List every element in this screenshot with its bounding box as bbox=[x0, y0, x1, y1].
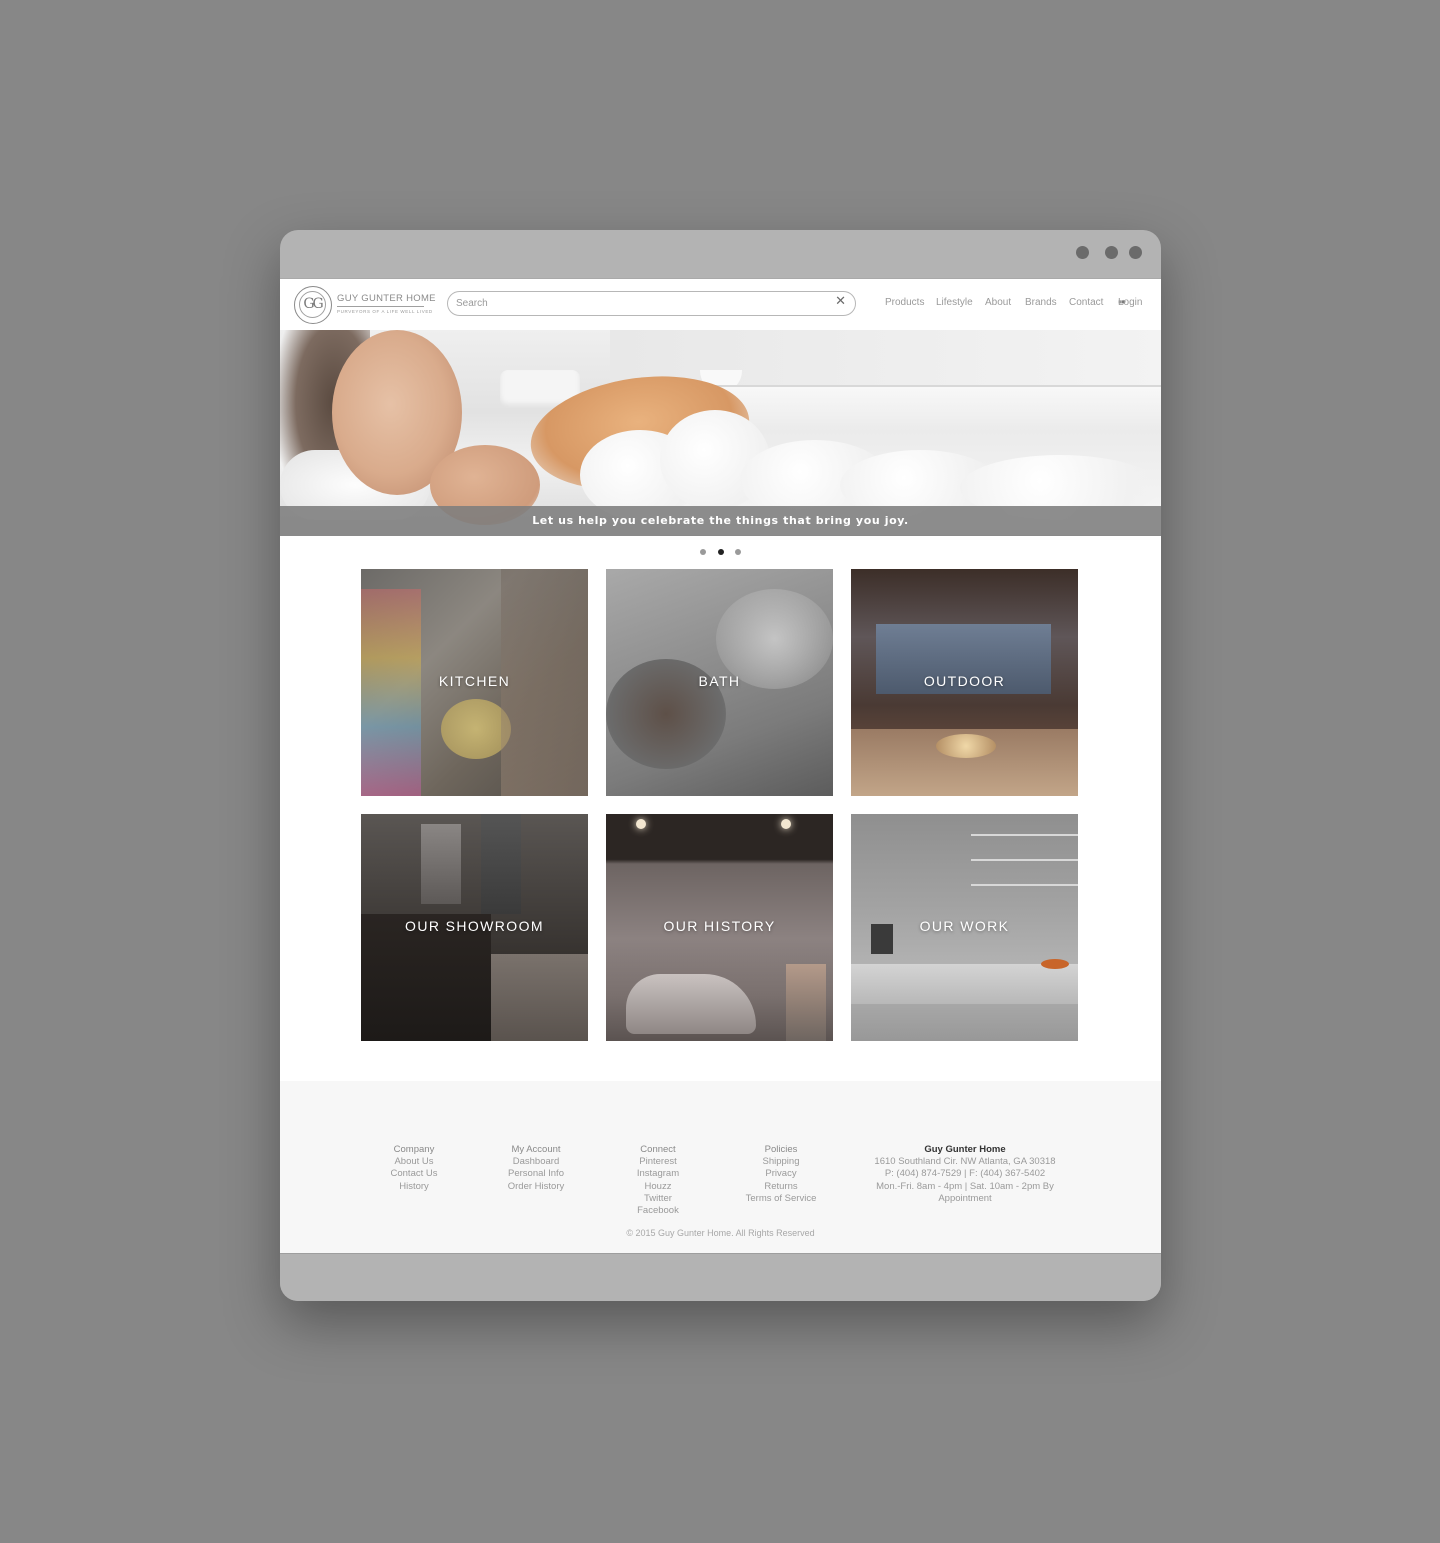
tile-outdoor-label: OUTDOOR bbox=[923, 673, 1006, 689]
tile-bath[interactable]: BATH bbox=[606, 569, 833, 796]
hero-banner[interactable]: Let us help you celebrate the things tha… bbox=[280, 330, 1161, 536]
tile-showroom-label: OUR SHOWROOM bbox=[405, 918, 544, 934]
tile-outdoor[interactable]: OUTDOOR bbox=[851, 569, 1078, 796]
clear-search-icon[interactable]: ✕ bbox=[835, 294, 846, 309]
footer-link-personal-info[interactable]: Personal Info bbox=[492, 1168, 580, 1180]
footer-company-name: Guy Gunter Home bbox=[924, 1144, 1006, 1155]
footer-col-account: My Account Dashboard Personal Info Order… bbox=[492, 1144, 580, 1193]
footer-hours: Mon.-Fri. 8am - 4pm | Sat. 10am - 2pm By bbox=[876, 1180, 1054, 1192]
footer-link-history[interactable]: History bbox=[374, 1181, 454, 1193]
search-input[interactable] bbox=[456, 295, 826, 311]
site-logo[interactable]: GG GUY GUNTER HOME PURVEYORS OF A LIFE W… bbox=[294, 286, 436, 324]
nav-contact[interactable]: Contact bbox=[1069, 297, 1103, 308]
footer-link-privacy[interactable]: Privacy bbox=[735, 1168, 827, 1180]
footer-heading: Company bbox=[393, 1144, 435, 1155]
footer-link-about-us[interactable]: About Us bbox=[374, 1156, 454, 1168]
footer-col-connect: Connect Pinterest Instagram Houzz Twitte… bbox=[618, 1144, 698, 1217]
footer-heading: Policies bbox=[764, 1144, 798, 1155]
footer-link-pinterest[interactable]: Pinterest bbox=[618, 1156, 698, 1168]
tile-kitchen[interactable]: KITCHEN bbox=[361, 569, 588, 796]
site-footer: Company About Us Contact Us History My A… bbox=[280, 1081, 1161, 1253]
footer-link-returns[interactable]: Returns bbox=[735, 1181, 827, 1193]
window-control-minimize[interactable] bbox=[1076, 246, 1089, 259]
tile-kitchen-label: KITCHEN bbox=[438, 673, 511, 689]
carousel-indicators bbox=[280, 540, 1161, 555]
footer-link-facebook[interactable]: Facebook bbox=[618, 1205, 698, 1217]
footer-link-dashboard[interactable]: Dashboard bbox=[492, 1156, 580, 1168]
search-box: ✕ bbox=[447, 291, 856, 316]
footer-contact: Guy Gunter Home 1610 Southland Cir. NW A… bbox=[856, 1144, 1074, 1205]
nav-about[interactable]: About bbox=[985, 297, 1011, 308]
footer-link-instagram[interactable]: Instagram bbox=[618, 1168, 698, 1180]
footer-heading: Connect bbox=[640, 1144, 676, 1155]
tile-work-label: OUR WORK bbox=[919, 918, 1010, 934]
carousel-dot-2[interactable] bbox=[717, 549, 724, 555]
window-titlebar bbox=[280, 230, 1161, 278]
footer-copyright: © 2015 Guy Gunter Home. All Rights Reser… bbox=[626, 1228, 815, 1238]
footer-col-company: Company About Us Contact Us History bbox=[374, 1144, 454, 1193]
footer-col-policies: Policies Shipping Privacy Returns Terms … bbox=[735, 1144, 827, 1205]
footer-link-terms[interactable]: Terms of Service bbox=[735, 1193, 827, 1205]
footer-link-houzz[interactable]: Houzz bbox=[618, 1181, 698, 1193]
tile-work[interactable]: OUR WORK bbox=[851, 814, 1078, 1041]
footer-link-order-history[interactable]: Order History bbox=[492, 1181, 580, 1193]
window-control-maximize[interactable] bbox=[1105, 246, 1118, 259]
tile-history[interactable]: OUR HISTORY bbox=[606, 814, 833, 1041]
site-header: GG GUY GUNTER HOME PURVEYORS OF A LIFE W… bbox=[280, 278, 1161, 330]
browser-window: GG GUY GUNTER HOME PURVEYORS OF A LIFE W… bbox=[280, 230, 1161, 1301]
footer-heading: My Account bbox=[511, 1144, 561, 1155]
nav-brands[interactable]: Brands bbox=[1025, 297, 1057, 308]
footer-link-twitter[interactable]: Twitter bbox=[618, 1193, 698, 1205]
tile-bath-label: BATH bbox=[698, 673, 741, 689]
carousel-dot-3[interactable] bbox=[734, 549, 741, 555]
nav-products[interactable]: Products bbox=[885, 297, 924, 308]
nav-login-label: Login bbox=[1118, 297, 1143, 308]
tile-history-label: OUR HISTORY bbox=[663, 918, 776, 934]
footer-phone: P: (404) 874-7529 | F: (404) 367-5402 bbox=[884, 1168, 1046, 1180]
hero-caption: Let us help you celebrate the things tha… bbox=[280, 506, 1161, 536]
window-control-close[interactable] bbox=[1129, 246, 1142, 259]
footer-link-shipping[interactable]: Shipping bbox=[735, 1156, 827, 1168]
window-bottom-bar bbox=[280, 1253, 1161, 1301]
web-page: GG GUY GUNTER HOME PURVEYORS OF A LIFE W… bbox=[280, 278, 1161, 1253]
logo-divider bbox=[337, 306, 424, 307]
footer-address: 1610 Southland Cir. NW Atlanta, GA 30318 bbox=[874, 1156, 1056, 1168]
logo-monogram-icon: GG bbox=[294, 286, 332, 324]
carousel-dot-1[interactable] bbox=[700, 549, 707, 555]
tile-showroom[interactable]: OUR SHOWROOM bbox=[361, 814, 588, 1041]
footer-link-contact-us[interactable]: Contact Us bbox=[374, 1168, 454, 1180]
logo-tagline: PURVEYORS OF A LIFE WELL LIVED bbox=[337, 309, 433, 314]
nav-lifestyle[interactable]: Lifestyle bbox=[936, 297, 973, 308]
footer-hours-cont: Appointment bbox=[938, 1192, 992, 1204]
logo-name: GUY GUNTER HOME bbox=[337, 293, 436, 304]
